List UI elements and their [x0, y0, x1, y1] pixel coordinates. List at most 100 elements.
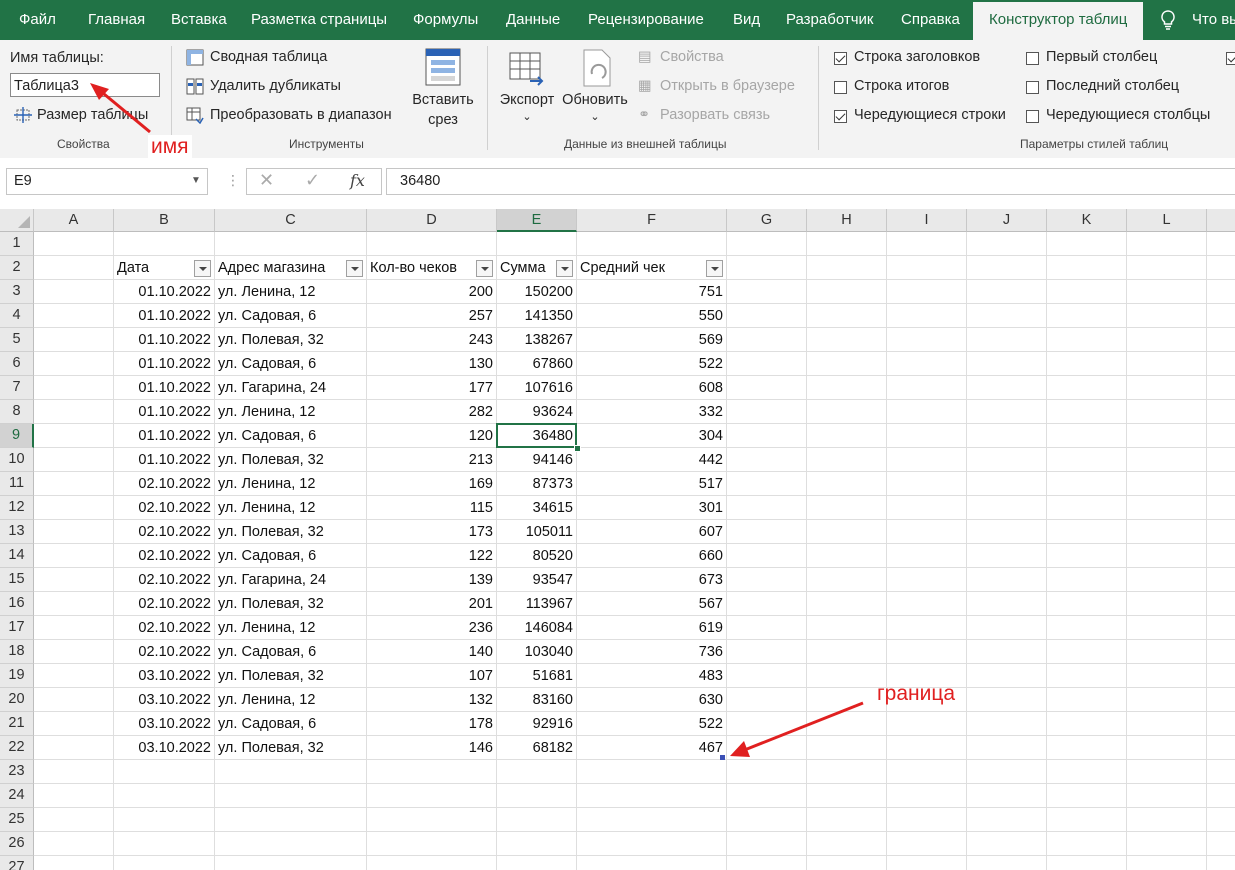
table-cell[interactable]: 673 — [577, 568, 727, 592]
table-cell[interactable]: 569 — [577, 328, 727, 352]
table-cell[interactable]: 567 — [577, 592, 727, 616]
table-cell[interactable]: 01.10.2022 — [114, 304, 215, 328]
table-cell[interactable]: 122 — [367, 544, 497, 568]
row-header[interactable]: 12 — [0, 496, 34, 520]
table-cell[interactable]: 236 — [367, 616, 497, 640]
table-cell[interactable]: 608 — [577, 376, 727, 400]
table-cell[interactable]: ул. Ленина, 12 — [215, 472, 367, 496]
unlink-button[interactable]: Разорвать связь — [660, 107, 770, 123]
worksheet-grid[interactable]: A B C D E F G H I J K L 1 2 3 4 5 6 7 8 9 10 11 12 13 14 15 16 17 18 1… — [0, 209, 1235, 870]
tab-view[interactable]: Вид — [733, 0, 760, 40]
table-cell[interactable]: 200 — [367, 280, 497, 304]
table-cell[interactable]: 630 — [577, 688, 727, 712]
table-cell[interactable]: 201 — [367, 592, 497, 616]
table-cell[interactable]: 02.10.2022 — [114, 616, 215, 640]
first-column-checkbox[interactable] — [1026, 52, 1039, 65]
table-cell[interactable]: 146084 — [497, 616, 577, 640]
header-row-checkbox[interactable] — [834, 52, 847, 65]
filter-dropdown-icon[interactable] — [556, 260, 573, 277]
table-header-cell[interactable]: Адрес магазина — [215, 256, 347, 280]
column-header-c[interactable]: C — [215, 209, 367, 232]
name-box[interactable]: E9 — [6, 168, 208, 195]
table-cell[interactable]: 522 — [577, 712, 727, 736]
table-cell[interactable]: 87373 — [497, 472, 577, 496]
table-cell[interactable]: 304 — [577, 424, 727, 448]
table-cell[interactable]: 243 — [367, 328, 497, 352]
table-cell[interactable]: 332 — [577, 400, 727, 424]
row-header[interactable]: 26 — [0, 832, 34, 856]
column-header-j[interactable]: J — [967, 209, 1047, 232]
table-cell[interactable]: 442 — [577, 448, 727, 472]
table-cell[interactable]: 660 — [577, 544, 727, 568]
table-cell[interactable]: 140 — [367, 640, 497, 664]
tab-developer[interactable]: Разработчик — [786, 0, 873, 40]
table-cell[interactable]: ул. Ленина, 12 — [215, 616, 367, 640]
table-cell[interactable]: 02.10.2022 — [114, 592, 215, 616]
table-cell[interactable]: ул. Полевая, 32 — [215, 328, 367, 352]
filter-dropdown-icon[interactable] — [194, 260, 211, 277]
row-header[interactable]: 17 — [0, 616, 34, 640]
table-cell[interactable]: ул. Гагарина, 24 — [215, 568, 367, 592]
table-cell[interactable]: 178 — [367, 712, 497, 736]
insert-function-icon[interactable]: fx — [350, 171, 365, 190]
row-header[interactable]: 25 — [0, 808, 34, 832]
table-cell[interactable]: 103040 — [497, 640, 577, 664]
row-header[interactable]: 5 — [0, 328, 34, 352]
column-header-d[interactable]: D — [367, 209, 497, 232]
last-column-checkbox[interactable] — [1026, 81, 1039, 94]
column-header-k[interactable]: K — [1047, 209, 1127, 232]
tell-me-search[interactable]: Что вы — [1192, 0, 1235, 40]
table-cell[interactable]: 139 — [367, 568, 497, 592]
row-header[interactable]: 1 — [0, 232, 34, 256]
table-cell[interactable]: 517 — [577, 472, 727, 496]
table-cell[interactable]: ул. Ленина, 12 — [215, 400, 367, 424]
row-header[interactable]: 27 — [0, 856, 34, 870]
table-cell[interactable]: 282 — [367, 400, 497, 424]
row-header[interactable]: 11 — [0, 472, 34, 496]
table-cell[interactable]: 132 — [367, 688, 497, 712]
row-header[interactable]: 10 — [0, 448, 34, 472]
table-cell[interactable]: ул. Садовая, 6 — [215, 424, 367, 448]
open-in-browser-button[interactable]: Открыть в браузере — [660, 78, 795, 94]
insert-slicer-button[interactable]: Вставить срез — [410, 90, 476, 130]
table-cell[interactable]: 130 — [367, 352, 497, 376]
table-header-cell[interactable]: Дата — [114, 256, 195, 280]
tab-table-design[interactable]: Конструктор таблиц — [973, 2, 1144, 40]
table-cell[interactable]: ул. Гагарина, 24 — [215, 376, 367, 400]
table-cell[interactable]: 107 — [367, 664, 497, 688]
column-header-g[interactable]: G — [727, 209, 807, 232]
table-cell[interactable]: 138267 — [497, 328, 577, 352]
column-header-b[interactable]: B — [114, 209, 215, 232]
table-cell[interactable]: 751 — [577, 280, 727, 304]
cancel-icon[interactable]: ✕ — [259, 170, 274, 191]
convert-to-range-button[interactable]: Преобразовать в диапазон — [210, 107, 392, 123]
column-header-e[interactable]: E — [497, 209, 577, 232]
table-cell[interactable]: 483 — [577, 664, 727, 688]
table-cell[interactable]: 67860 — [497, 352, 577, 376]
tab-formulas[interactable]: Формулы — [413, 0, 478, 40]
export-button[interactable]: Экспорт ⌄ — [498, 90, 556, 124]
row-header[interactable]: 19 — [0, 664, 34, 688]
table-cell[interactable]: 115 — [367, 496, 497, 520]
column-header-a[interactable]: A — [34, 209, 114, 232]
table-cell[interactable]: ул. Садовая, 6 — [215, 640, 367, 664]
row-header[interactable]: 24 — [0, 784, 34, 808]
table-cell[interactable]: 01.10.2022 — [114, 280, 215, 304]
table-cell[interactable]: 257 — [367, 304, 497, 328]
column-header-h[interactable]: H — [807, 209, 887, 232]
table-cell[interactable]: 01.10.2022 — [114, 352, 215, 376]
table-header-cell[interactable]: Средний чек — [577, 256, 707, 280]
row-header[interactable]: 6 — [0, 352, 34, 376]
row-header[interactable]: 14 — [0, 544, 34, 568]
table-cell[interactable]: ул. Садовая, 6 — [215, 544, 367, 568]
table-cell[interactable]: ул. Садовая, 6 — [215, 352, 367, 376]
table-cell[interactable]: 68182 — [497, 736, 577, 760]
table-cell[interactable]: ул. Полевая, 32 — [215, 592, 367, 616]
filter-dropdown-icon[interactable] — [476, 260, 493, 277]
table-cell[interactable]: 94146 — [497, 448, 577, 472]
table-cell[interactable]: 03.10.2022 — [114, 736, 215, 760]
table-cell[interactable]: 02.10.2022 — [114, 472, 215, 496]
row-header[interactable]: 23 — [0, 760, 34, 784]
drag-dots-icon[interactable]: ⋮ — [226, 172, 240, 189]
table-cell[interactable]: 01.10.2022 — [114, 328, 215, 352]
